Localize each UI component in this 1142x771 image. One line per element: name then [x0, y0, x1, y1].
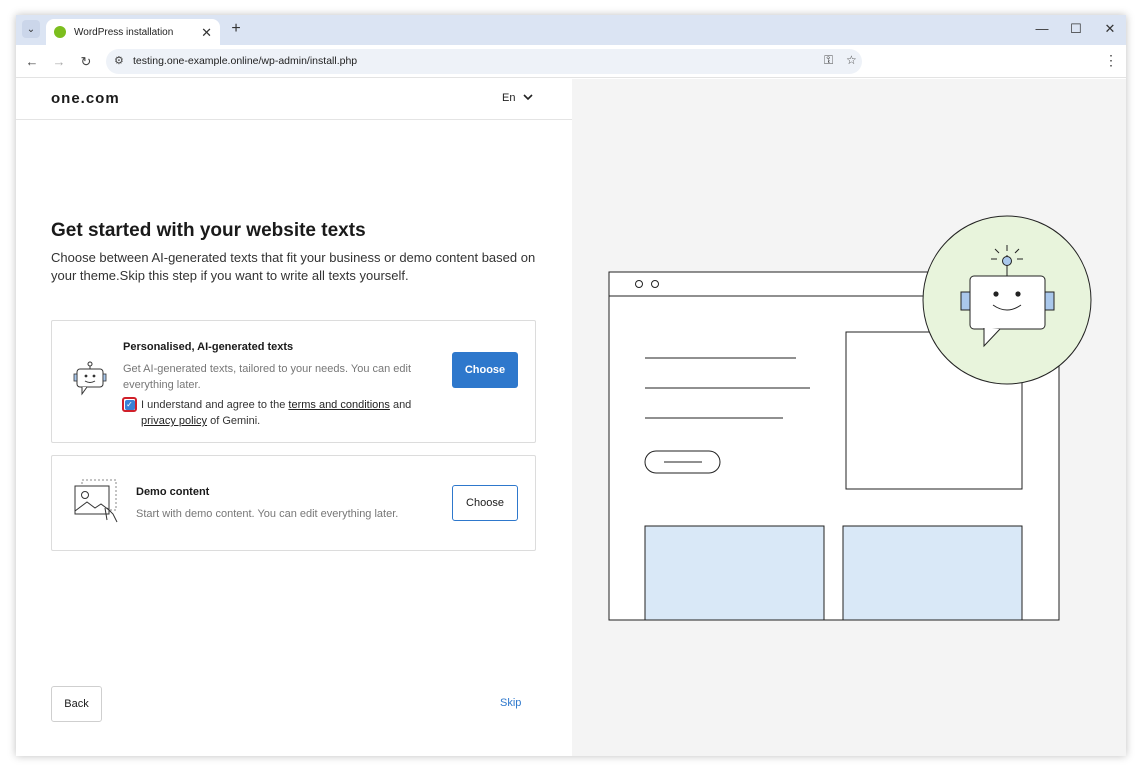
site-header: one.com En	[16, 79, 572, 120]
browser-menu-icon[interactable]: ⋮	[1104, 52, 1118, 69]
url-text[interactable]: testing.one-example.online/wp-admin/inst…	[133, 55, 357, 67]
one-com-logo[interactable]: one.com	[51, 90, 120, 107]
tab-title: WordPress installation	[74, 26, 174, 38]
image-icon	[74, 479, 118, 523]
tab-search-icon[interactable]: ⌄	[22, 20, 40, 38]
choose-demo-button[interactable]: Choose	[452, 485, 518, 521]
ai-card-description: Get AI-generated texts, tailored to your…	[123, 363, 412, 391]
agree-text: I understand and agree to the terms and …	[141, 397, 441, 429]
chevron-down-icon	[522, 94, 533, 101]
reload-icon[interactable]: ↻	[76, 52, 96, 72]
illustration-panel	[572, 79, 1126, 756]
minimize-button[interactable]: —	[1028, 19, 1056, 39]
browser-window: ⌄ WordPress installation ✕ + — ☐ ✕ ← → ↻…	[16, 15, 1126, 756]
agree-middle: and	[389, 399, 412, 411]
browser-tab[interactable]: WordPress installation ✕	[46, 19, 220, 45]
left-panel: one.com En Get started with your website…	[16, 79, 572, 756]
tab-strip: ⌄ WordPress installation ✕ + — ☐ ✕	[16, 15, 1126, 45]
website-illustration	[608, 215, 1092, 621]
demo-card-title: Demo content	[136, 486, 210, 498]
terms-link[interactable]: terms and conditions	[288, 399, 390, 411]
page-content: one.com En Get started with your website…	[16, 79, 1126, 756]
back-button[interactable]: Back	[51, 686, 102, 722]
browser-toolbar: ← → ↻ ⚙ testing.one-example.online/wp-ad…	[16, 45, 1126, 78]
new-tab-button[interactable]: +	[226, 19, 246, 39]
password-key-icon[interactable]: ⚿	[824, 53, 833, 68]
robot-icon	[73, 361, 107, 396]
page-title: Get started with your website texts	[51, 220, 366, 241]
demo-card-description: Start with demo content. You can edit ev…	[136, 508, 399, 520]
ai-texts-card: Personalised, AI-generated texts Get AI-…	[51, 320, 536, 443]
tab-close-icon[interactable]: ✕	[201, 26, 212, 39]
language-label: En	[502, 92, 516, 104]
choose-ai-button[interactable]: Choose	[452, 352, 518, 388]
site-settings-icon[interactable]: ⚙	[114, 54, 124, 67]
maximize-button[interactable]: ☐	[1062, 19, 1090, 39]
agree-suffix: of Gemini.	[207, 415, 261, 427]
agree-checkbox[interactable]: ✓	[122, 397, 137, 412]
privacy-link[interactable]: privacy policy	[141, 415, 207, 427]
address-bar[interactable]: ⚙ testing.one-example.online/wp-admin/in…	[106, 49, 862, 74]
checkmark-icon: ✓	[124, 399, 135, 410]
forward-arrow-icon[interactable]: →	[49, 52, 69, 72]
bookmark-star-icon[interactable]: ☆	[846, 53, 857, 67]
favicon-icon	[54, 26, 66, 38]
agree-prefix: I understand and agree to the	[141, 399, 289, 411]
skip-link[interactable]: Skip	[500, 697, 521, 709]
demo-content-card: Demo content Start with demo content. Yo…	[51, 455, 536, 551]
close-window-button[interactable]: ✕	[1096, 19, 1124, 39]
page-description: Choose between AI-generated texts that f…	[51, 250, 536, 283]
back-arrow-icon[interactable]: ←	[22, 52, 42, 72]
language-selector[interactable]: En	[502, 92, 533, 104]
ai-card-title: Personalised, AI-generated texts	[123, 341, 294, 353]
